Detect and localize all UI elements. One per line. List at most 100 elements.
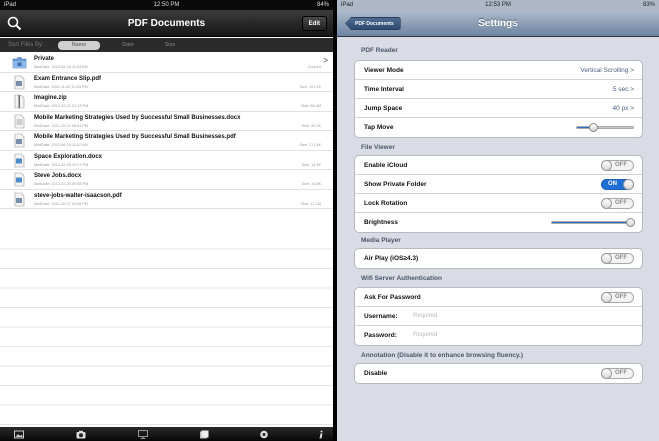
status-time: 12:50 PM	[153, 2, 180, 8]
toggle-state: OFF	[615, 370, 627, 376]
ask-password-toggle[interactable]: OFF	[601, 292, 634, 303]
time-interval-row[interactable]: Time Interval 5 sec >	[355, 80, 642, 99]
enable-icloud-label: Enable iCloud	[364, 162, 408, 169]
disable-annotation-label: Disable	[364, 370, 388, 377]
jump-space-row[interactable]: Jump Space 40 px >	[355, 99, 642, 118]
jump-space-value: 40 px >	[612, 105, 634, 112]
air-play-toggle[interactable]: OFF	[601, 253, 634, 264]
file-date: ModDate: 2011-10-24 08:04 PM	[34, 123, 88, 128]
file-date: ModDate: 2011-10-27 02:08 PM	[34, 201, 88, 206]
file-viewer-group: Enable iCloud OFF Show Private Folder ON…	[354, 155, 643, 233]
enable-icloud-toggle[interactable]: OFF	[601, 160, 634, 171]
file-row[interactable]: Space Exploration.docx ModDate: 2012-02-…	[0, 150, 333, 170]
file-row-private-folder[interactable]: Private ModDate: 2012-06-15 11:43 AM Cou…	[0, 53, 333, 73]
pdf-file-icon	[14, 75, 25, 89]
status-time: 12:53 PM	[485, 2, 511, 8]
enable-icloud-row: Enable iCloud OFF	[355, 156, 642, 175]
password-label: Password:	[364, 332, 397, 339]
file-name: Mobile Marketing Strategies Used by Succ…	[34, 134, 236, 140]
toggle-knob	[601, 160, 612, 171]
disable-annotation-toggle[interactable]: OFF	[601, 368, 634, 379]
sort-by-size-segment[interactable]: Size	[150, 41, 190, 50]
password-row[interactable]: Password: Required	[355, 326, 642, 345]
password-field[interactable]: Required	[413, 326, 437, 345]
file-size: Size: 14.8K	[301, 182, 321, 186]
username-row[interactable]: Username: Required	[355, 307, 642, 326]
docx-file-icon	[14, 114, 25, 128]
brightness-label: Brightness	[364, 219, 398, 226]
viewer-mode-row[interactable]: Viewer Mode Vertical Scrolling >	[355, 61, 642, 80]
info-icon[interactable]	[316, 430, 326, 439]
battery-label: 83%	[642, 2, 655, 8]
disable-annotation-row: Disable OFF	[355, 364, 642, 383]
file-row[interactable]: steve-jobs-walter-isaacson.pdf ModDate: …	[0, 189, 333, 209]
toggle-knob	[601, 253, 612, 264]
show-private-folder-toggle[interactable]: ON	[601, 179, 634, 190]
edit-button[interactable]: Edit	[301, 16, 327, 31]
brightness-row: Brightness	[355, 213, 642, 232]
settings-icon[interactable]	[259, 430, 269, 439]
sort-bar: Sort Files By: Name Date Size	[0, 38, 333, 52]
toggle-state: ON	[608, 181, 617, 187]
file-size: Size: 12.1M	[300, 201, 321, 206]
slider-thumb[interactable]	[589, 123, 599, 132]
sort-by-date-segment[interactable]: Date	[108, 41, 148, 50]
wifi-auth-group: Ask For Password OFF Username: Required …	[354, 287, 643, 346]
toggle-knob	[601, 368, 612, 379]
section-header-media-player: Media Player	[361, 237, 401, 244]
media-player-group: Air Play (iOS≥4.3) OFF	[354, 248, 643, 269]
username-field[interactable]: Required	[413, 307, 437, 326]
file-row[interactable]: Steve Jobs.docx ModDate: 2012-02-20 09:5…	[0, 170, 333, 190]
toggle-knob	[601, 198, 612, 209]
file-size: Size: 14.3K	[301, 162, 321, 167]
photo-icon[interactable]	[14, 430, 24, 439]
sort-label: Sort Files By:	[8, 42, 44, 48]
monitor-icon[interactable]	[138, 430, 148, 439]
file-row[interactable]: Imagine.zip ModDate: 2012-02-21 01:13 PM…	[0, 92, 333, 112]
file-name: Private	[34, 56, 55, 62]
folder-icon	[12, 57, 27, 69]
file-size: Count:0	[307, 65, 321, 69]
air-play-label: Air Play (iOS≥4.3)	[364, 255, 419, 262]
slider-thumb[interactable]	[626, 218, 635, 227]
file-date: ModDate: 2012-02-03 10:27 PM	[34, 162, 89, 167]
docx-file-icon	[14, 153, 25, 167]
lock-rotation-toggle[interactable]: OFF	[601, 198, 634, 209]
file-name: Space Exploration.docx	[34, 153, 103, 160]
annotation-group: Disable OFF	[354, 363, 643, 384]
status-bar: iPad 12:53 PM 83%	[337, 0, 659, 10]
file-list: Private ModDate: 2012-06-15 11:43 AM Cou…	[0, 53, 333, 209]
file-size: Size: 92.2K	[301, 123, 321, 128]
brightness-slider[interactable]	[551, 218, 635, 227]
empty-list-area	[0, 230, 333, 425]
file-size: Size: 86.4M	[300, 104, 321, 108]
file-date: ModDate: 2012-06-15 11:43 AM	[34, 65, 88, 69]
tap-move-slider[interactable]	[576, 123, 634, 132]
chevron-right-icon: >	[323, 56, 328, 65]
time-interval-value: 5 sec >	[612, 86, 634, 93]
air-play-row: Air Play (iOS≥4.3) OFF	[355, 249, 642, 268]
file-name: Exam Entrance Slip.pdf	[34, 75, 102, 82]
file-row[interactable]: Mobile Marketing Strategies Used by Succ…	[0, 131, 333, 151]
file-row[interactable]: Exam Entrance Slip.pdf ModDate: 2011-11-…	[0, 72, 333, 92]
section-header-pdf-reader: PDF Reader	[361, 47, 398, 54]
page-title: Settings	[478, 18, 518, 29]
time-interval-label: Time Interval	[364, 86, 404, 93]
navigation-bar: PDF Documents Edit	[0, 10, 333, 37]
toggle-state: OFF	[615, 294, 627, 300]
sort-by-name-segment[interactable]: Name	[58, 41, 100, 50]
file-name: steve-jobs-walter-isaacson.pdf	[34, 192, 122, 199]
pdf-reader-group: Viewer Mode Vertical Scrolling > Time In…	[354, 60, 643, 138]
pdf-file-icon	[14, 192, 25, 206]
files-icon[interactable]	[199, 430, 209, 439]
settings-screen: iPad 12:53 PM 83% PDF Documents Settings…	[337, 0, 659, 441]
toggle-knob	[601, 292, 612, 303]
username-label: Username:	[364, 313, 398, 320]
file-name: Steve Jobs.docx	[34, 173, 82, 179]
tab-bar	[0, 427, 333, 441]
file-date: ModDate: 2011-11-02 10:03 PM	[34, 84, 88, 89]
file-row[interactable]: Mobile Marketing Strategies Used by Succ…	[0, 111, 333, 131]
viewer-mode-value: Vertical Scrolling >	[580, 67, 634, 74]
show-private-folder-row: Show Private Folder ON	[355, 175, 642, 194]
camera-icon[interactable]	[76, 430, 86, 439]
